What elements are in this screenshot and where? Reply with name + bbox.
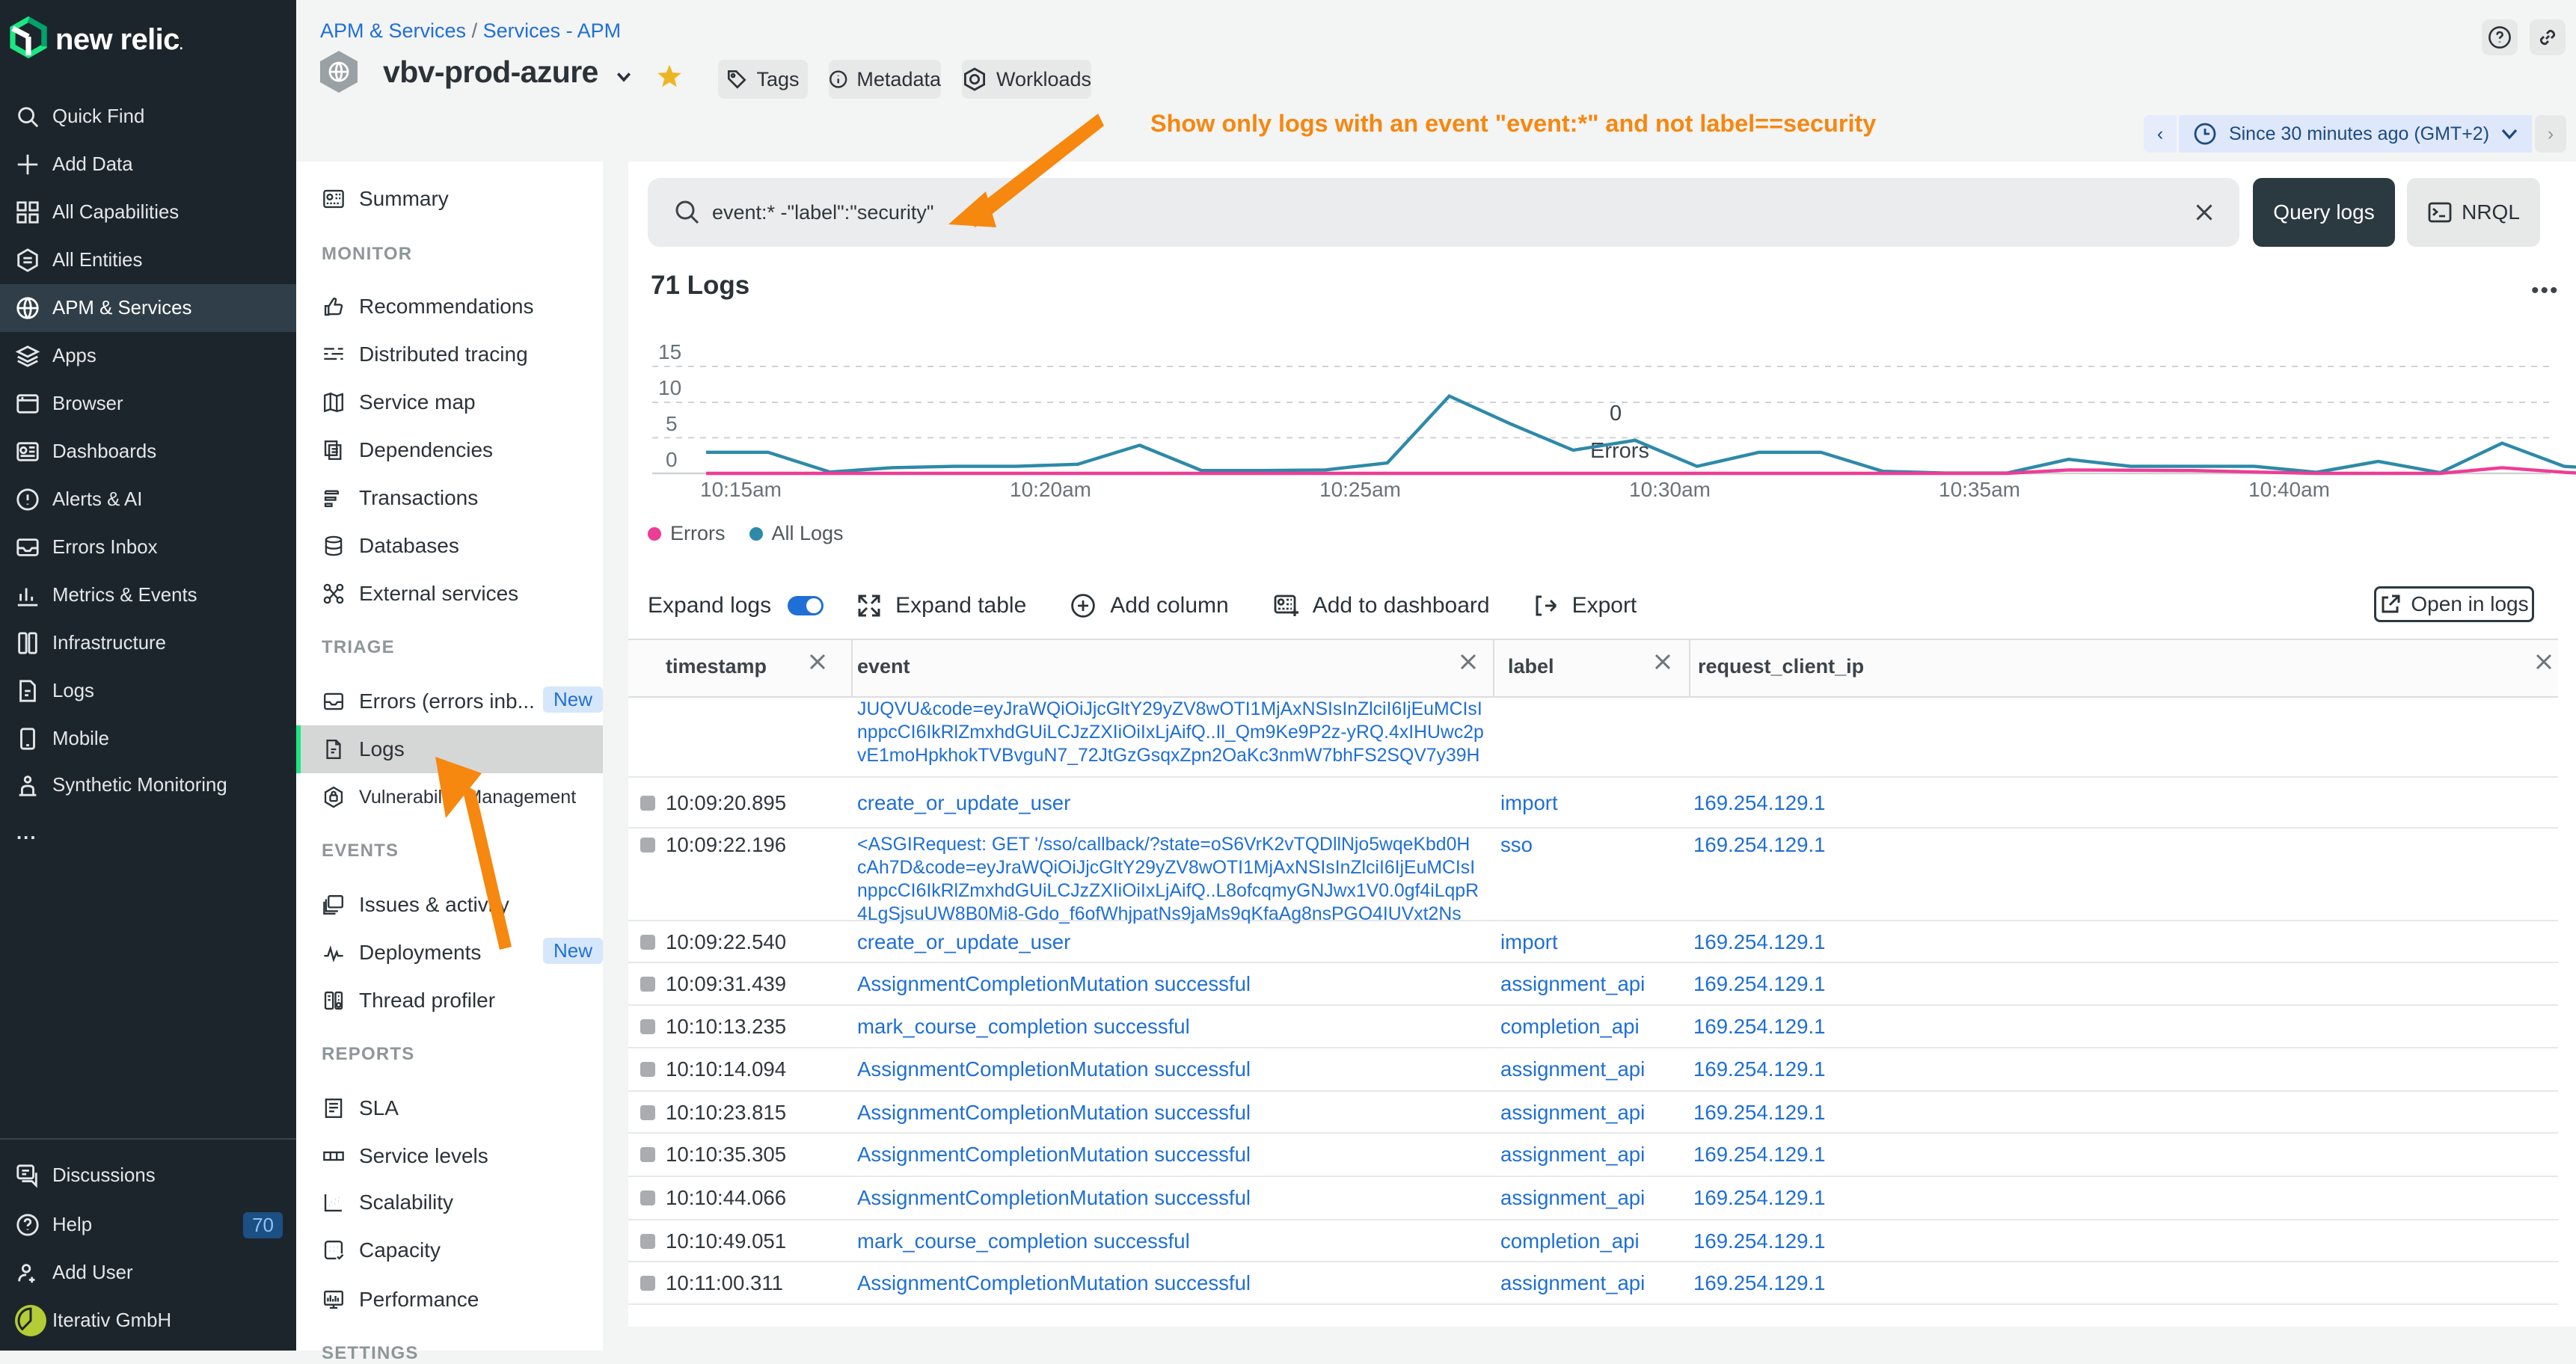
svg-text:10:15am: 10:15am <box>700 478 782 501</box>
svg-text:10:25am: 10:25am <box>1319 478 1401 501</box>
svg-text:0: 0 <box>1610 402 1622 426</box>
svg-text:10:35am: 10:35am <box>1939 478 2020 501</box>
svg-text:10: 10 <box>658 376 681 399</box>
svg-text:0: 0 <box>666 448 678 471</box>
svg-text:10:20am: 10:20am <box>1010 478 1091 501</box>
svg-text:10:40am: 10:40am <box>2248 478 2330 501</box>
svg-text:5: 5 <box>666 412 678 435</box>
svg-text:15: 15 <box>658 340 681 363</box>
svg-text:10:30am: 10:30am <box>1629 478 1711 501</box>
svg-text:new relic.: new relic. <box>55 23 183 56</box>
